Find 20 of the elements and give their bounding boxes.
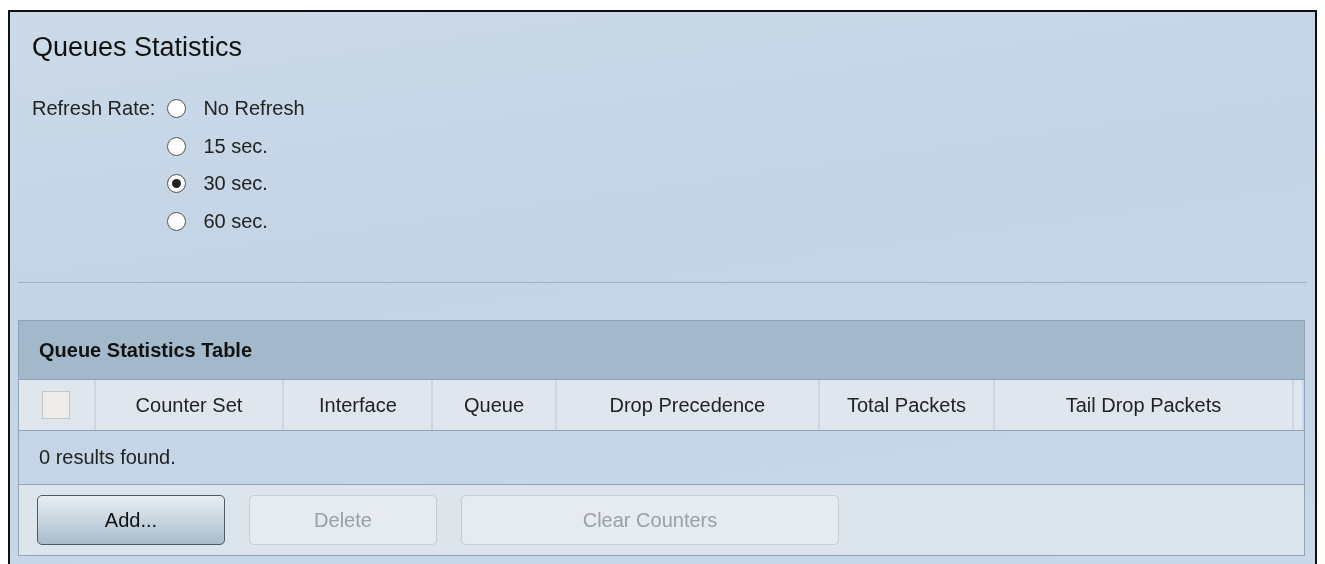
column-header: Interface bbox=[284, 380, 434, 430]
column-header: Total Packets bbox=[820, 380, 995, 430]
column-header: Tail Drop Packets bbox=[994, 380, 1295, 430]
refresh-rate-label: Refresh Rate: bbox=[32, 96, 156, 121]
column-header: Queue bbox=[433, 380, 557, 430]
column-header: Counter Set bbox=[95, 380, 285, 430]
radio-label: 30 sec. bbox=[203, 172, 268, 196]
radio-button[interactable] bbox=[167, 136, 187, 156]
select-all-checkbox[interactable] bbox=[42, 391, 71, 419]
radio-button[interactable] bbox=[167, 99, 187, 119]
page-title: Queues Statistics bbox=[31, 31, 244, 64]
radio-button[interactable] bbox=[167, 174, 187, 194]
radio-label: No Refresh bbox=[203, 97, 305, 121]
radio-label: 60 sec. bbox=[203, 209, 268, 233]
radio-label: 15 sec. bbox=[203, 134, 268, 158]
radio-button[interactable] bbox=[167, 211, 187, 231]
column-header: Drop Precedence bbox=[556, 380, 821, 430]
results-status: 0 results found. bbox=[39, 446, 176, 469]
add-button[interactable]: Add... bbox=[37, 495, 225, 545]
table-title: Queue Statistics Table bbox=[39, 338, 253, 362]
